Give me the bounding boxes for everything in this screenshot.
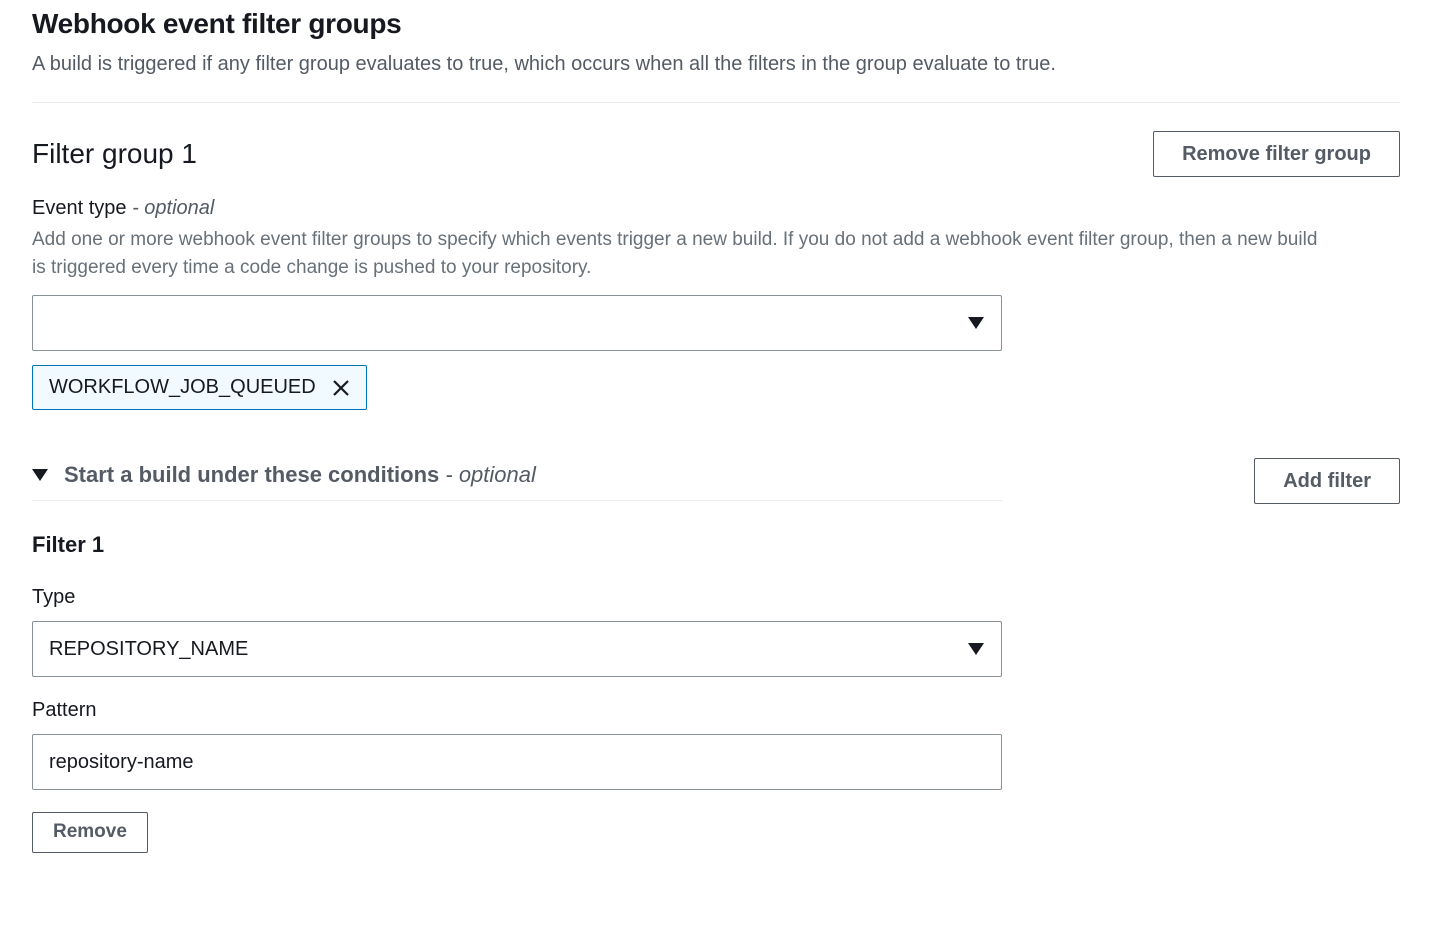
filter-pattern-input[interactable] bbox=[32, 734, 1002, 790]
caret-down-icon bbox=[32, 469, 48, 481]
event-type-description: Add one or more webhook event filter gro… bbox=[32, 226, 1332, 281]
filter-type-select-wrap: REPOSITORY_NAME bbox=[32, 621, 1002, 677]
remove-tag-icon[interactable] bbox=[330, 377, 352, 399]
event-type-tag-label: WORKFLOW_JOB_QUEUED bbox=[49, 376, 316, 399]
filter-type-field: Type REPOSITORY_NAME bbox=[32, 586, 1400, 677]
filter-pattern-field: Pattern bbox=[32, 699, 1400, 790]
conditions-title: Start a build under these conditions - o… bbox=[64, 462, 536, 488]
page-description: A build is triggered if any filter group… bbox=[32, 50, 1400, 78]
remove-filter-button[interactable]: Remove bbox=[32, 812, 148, 853]
event-type-tag: WORKFLOW_JOB_QUEUED bbox=[32, 365, 367, 410]
webhook-filter-groups-panel: Webhook event filter groups A build is t… bbox=[0, 0, 1432, 893]
remove-filter-group-button[interactable]: Remove filter group bbox=[1153, 131, 1400, 177]
filter-1-title: Filter 1 bbox=[32, 532, 1400, 558]
add-filter-button[interactable]: Add filter bbox=[1254, 458, 1400, 504]
filter-group-title: Filter group 1 bbox=[32, 138, 197, 170]
conditions-section-header: Start a build under these conditions - o… bbox=[32, 458, 1400, 504]
filter-type-select[interactable]: REPOSITORY_NAME bbox=[32, 621, 1002, 677]
conditions-heading[interactable]: Start a build under these conditions - o… bbox=[32, 462, 1002, 501]
page-title: Webhook event filter groups bbox=[32, 8, 1400, 40]
event-type-label: Event type - optional bbox=[32, 197, 1400, 220]
event-type-field: Event type - optional Add one or more we… bbox=[32, 197, 1400, 410]
event-type-select-wrap bbox=[32, 295, 1002, 351]
event-type-select[interactable] bbox=[32, 295, 1002, 351]
filter-type-label: Type bbox=[32, 586, 1400, 609]
filter-group-header: Filter group 1 Remove filter group bbox=[32, 131, 1400, 177]
panel-header: Webhook event filter groups A build is t… bbox=[32, 0, 1400, 103]
filter-pattern-label: Pattern bbox=[32, 699, 1400, 722]
